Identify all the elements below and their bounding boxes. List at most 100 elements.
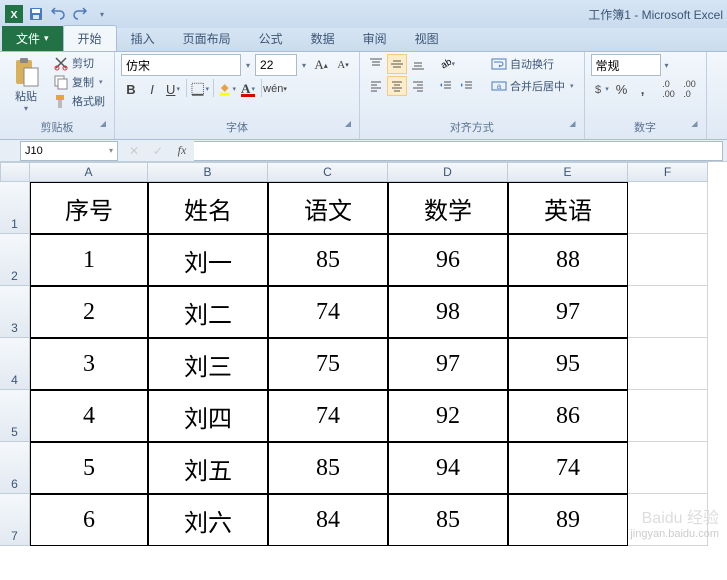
bold-button[interactable]: B [121, 79, 141, 99]
row-header[interactable]: 6 [0, 442, 30, 494]
percent-format-icon[interactable]: % [612, 79, 632, 99]
decrease-font-icon[interactable]: A▾ [333, 55, 353, 75]
row-header[interactable]: 7 [0, 494, 30, 546]
cell[interactable]: 刘三 [148, 338, 268, 390]
align-bottom-icon[interactable] [408, 54, 428, 74]
cell[interactable]: 刘六 [148, 494, 268, 546]
cell[interactable] [628, 182, 708, 234]
cell[interactable]: 85 [268, 442, 388, 494]
cut-button[interactable]: 剪切 [50, 54, 108, 72]
phonetic-button[interactable]: wén▾ [265, 79, 285, 99]
cell[interactable] [628, 390, 708, 442]
cell[interactable]: 5 [30, 442, 148, 494]
cell[interactable]: 85 [388, 494, 508, 546]
select-all-corner[interactable] [0, 162, 30, 182]
accounting-format-icon[interactable]: $ [591, 79, 611, 99]
format-painter-button[interactable]: 格式刷 [50, 92, 108, 110]
row-header[interactable]: 4 [0, 338, 30, 390]
font-color-button[interactable]: A [238, 79, 258, 99]
tab-file[interactable]: 文件 [2, 26, 63, 51]
cell[interactable]: 74 [268, 390, 388, 442]
formula-input[interactable] [194, 141, 723, 161]
cell[interactable]: 2 [30, 286, 148, 338]
paste-button[interactable]: 粘贴 ▾ [6, 54, 46, 115]
number-format-select[interactable] [591, 54, 661, 76]
cell[interactable]: 98 [388, 286, 508, 338]
align-left-icon[interactable] [366, 76, 386, 96]
tab-home[interactable]: 开始 [63, 25, 117, 51]
wrap-text-button[interactable]: 自动换行 [487, 54, 578, 74]
increase-indent-icon[interactable] [457, 76, 477, 96]
align-middle-icon[interactable] [387, 54, 407, 74]
cell[interactable]: 姓名 [148, 182, 268, 234]
col-header-E[interactable]: E [508, 162, 628, 182]
cell[interactable]: 刘二 [148, 286, 268, 338]
cell[interactable]: 86 [508, 390, 628, 442]
tab-data[interactable]: 数据 [297, 26, 349, 51]
cell[interactable]: 1 [30, 234, 148, 286]
cell[interactable]: 刘四 [148, 390, 268, 442]
col-header-F[interactable]: F [628, 162, 708, 182]
fill-color-button[interactable] [217, 79, 237, 99]
comma-format-icon[interactable]: , [633, 79, 653, 99]
tab-view[interactable]: 视图 [401, 26, 453, 51]
cell[interactable]: 3 [30, 338, 148, 390]
fx-icon[interactable]: fx [170, 141, 194, 161]
cell[interactable]: 英语 [508, 182, 628, 234]
col-header-C[interactable]: C [268, 162, 388, 182]
borders-button[interactable] [190, 79, 210, 99]
row-header[interactable]: 1 [0, 182, 30, 234]
cell[interactable]: 89 [508, 494, 628, 546]
orientation-icon[interactable]: ab [436, 54, 456, 74]
tab-page-layout[interactable]: 页面布局 [169, 26, 245, 51]
cell[interactable] [628, 442, 708, 494]
cell[interactable]: 94 [388, 442, 508, 494]
cell[interactable]: 刘五 [148, 442, 268, 494]
cell[interactable]: 刘一 [148, 234, 268, 286]
increase-decimal-icon[interactable]: .0.00 [659, 79, 679, 99]
increase-font-icon[interactable]: A▴ [311, 55, 331, 75]
cell[interactable] [628, 234, 708, 286]
cell[interactable]: 74 [268, 286, 388, 338]
col-header-D[interactable]: D [388, 162, 508, 182]
decrease-decimal-icon[interactable]: .00.0 [680, 79, 700, 99]
cell[interactable]: 84 [268, 494, 388, 546]
cell[interactable]: 4 [30, 390, 148, 442]
cell[interactable]: 74 [508, 442, 628, 494]
align-top-icon[interactable] [366, 54, 386, 74]
name-box[interactable]: J10 [20, 141, 118, 161]
qat-customize-icon[interactable]: ▾ [92, 4, 112, 24]
cell[interactable]: 6 [30, 494, 148, 546]
tab-formulas[interactable]: 公式 [245, 26, 297, 51]
cell[interactable]: 95 [508, 338, 628, 390]
row-header[interactable]: 2 [0, 234, 30, 286]
cell[interactable]: 数学 [388, 182, 508, 234]
col-header-A[interactable]: A [30, 162, 148, 182]
col-header-B[interactable]: B [148, 162, 268, 182]
cell[interactable]: 92 [388, 390, 508, 442]
undo-icon[interactable] [48, 4, 68, 24]
italic-button[interactable]: I [142, 79, 162, 99]
cell[interactable]: 97 [508, 286, 628, 338]
align-center-icon[interactable] [387, 76, 407, 96]
underline-button[interactable]: U [163, 79, 183, 99]
cell[interactable] [628, 286, 708, 338]
merge-center-button[interactable]: a合并后居中▾ [487, 76, 578, 96]
font-size-select[interactable] [255, 54, 297, 76]
tab-insert[interactable]: 插入 [117, 26, 169, 51]
decrease-indent-icon[interactable] [436, 76, 456, 96]
row-header[interactable]: 5 [0, 390, 30, 442]
font-name-select[interactable] [121, 54, 241, 76]
cell[interactable]: 85 [268, 234, 388, 286]
save-icon[interactable] [26, 4, 46, 24]
cell[interactable]: 96 [388, 234, 508, 286]
cell[interactable]: 语文 [268, 182, 388, 234]
row-header[interactable]: 3 [0, 286, 30, 338]
cell[interactable]: 88 [508, 234, 628, 286]
cell[interactable]: 75 [268, 338, 388, 390]
cell[interactable]: 序号 [30, 182, 148, 234]
cell[interactable]: 97 [388, 338, 508, 390]
tab-review[interactable]: 审阅 [349, 26, 401, 51]
align-right-icon[interactable] [408, 76, 428, 96]
copy-button[interactable]: 复制▾ [50, 73, 108, 91]
